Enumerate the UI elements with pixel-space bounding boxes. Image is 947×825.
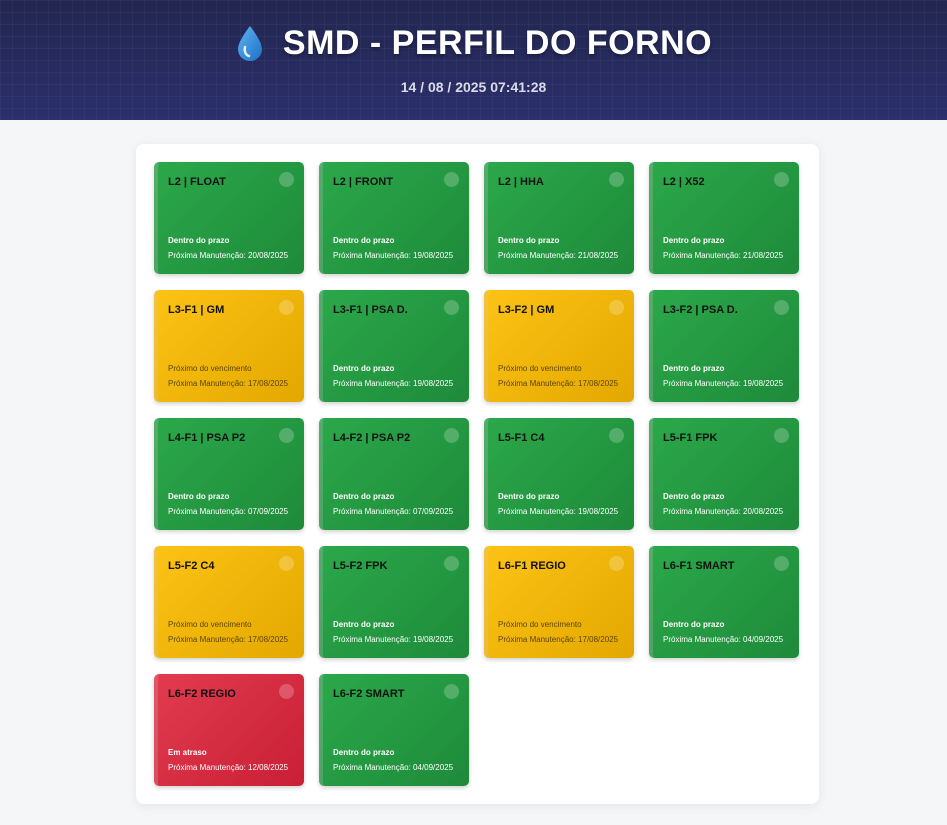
oven-card-status: Dentro do prazo bbox=[663, 236, 725, 245]
oven-card-next-maintenance: Próxima Manutenção: 20/08/2025 bbox=[663, 507, 784, 516]
oven-card-name: L2 | FLOAT bbox=[168, 176, 226, 188]
oven-card-status: Dentro do prazo bbox=[333, 364, 395, 373]
oven-card[interactable]: L3-F2 | GM Próximo do vencimento Próxima M… bbox=[484, 290, 634, 402]
oven-card-next-maintenance: Próxima Manutenção: 17/08/2025 bbox=[168, 635, 289, 644]
oven-card-status: Dentro do prazo bbox=[663, 492, 725, 501]
oven-card-next-maintenance: Próxima Manutenção: 17/08/2025 bbox=[498, 635, 619, 644]
oven-card-name: L5-F2 C4 bbox=[168, 560, 215, 572]
oven-card-name: L6-F2 REGIO bbox=[168, 688, 236, 700]
oven-card-status: Em atraso bbox=[168, 748, 207, 757]
oven-card-name: L6-F1 REGIO bbox=[498, 560, 566, 572]
oven-card-status: Próximo do vencimento bbox=[498, 620, 582, 629]
oven-card-next-maintenance: Próxima Manutenção: 17/08/2025 bbox=[498, 379, 619, 388]
status-indicator-icon bbox=[774, 300, 789, 315]
oven-card-status: Dentro do prazo bbox=[333, 620, 395, 629]
oven-card-status: Dentro do prazo bbox=[498, 236, 560, 245]
oven-card-next-maintenance: Próxima Manutenção: 20/08/2025 bbox=[168, 251, 289, 260]
status-indicator-icon bbox=[774, 556, 789, 571]
oven-card-status: Dentro do prazo bbox=[333, 492, 395, 501]
oven-card-next-maintenance: Próxima Manutenção: 04/09/2025 bbox=[333, 763, 454, 772]
oven-card[interactable]: L5-F2 C4 Próximo do vencimento Próxima Man… bbox=[154, 546, 304, 658]
status-indicator-icon bbox=[444, 684, 459, 699]
oven-card-name: L3-F2 | GM bbox=[498, 304, 555, 316]
oven-card[interactable]: L2 | FLOAT Dentro do prazo Próxima Manuten… bbox=[154, 162, 304, 274]
oven-panel: L2 | FLOAT Dentro do prazo Próxima Manuten… bbox=[136, 144, 819, 804]
status-indicator-icon bbox=[279, 428, 294, 443]
oven-card[interactable]: L4-F2 | PSA P2 Dentro do prazo Próxima Man… bbox=[319, 418, 469, 530]
status-indicator-icon bbox=[609, 428, 624, 443]
oven-card[interactable]: L3-F1 | PSA D. Dentro do prazo Próxima Man… bbox=[319, 290, 469, 402]
oven-card-next-maintenance: Próxima Manutenção: 19/08/2025 bbox=[498, 507, 619, 516]
oven-card-status: Próximo do vencimento bbox=[498, 364, 582, 373]
oven-card-next-maintenance: Próxima Manutenção: 19/08/2025 bbox=[333, 251, 454, 260]
oven-card-status: Dentro do prazo bbox=[663, 364, 725, 373]
oven-card-next-maintenance: Próxima Manutenção: 17/08/2025 bbox=[168, 379, 289, 388]
oven-card[interactable]: L3-F1 | GM Próximo do vencimento Próxima M… bbox=[154, 290, 304, 402]
oven-card-name: L2 | X52 bbox=[663, 176, 705, 188]
oven-card-status: Dentro do prazo bbox=[663, 620, 725, 629]
oven-card[interactable]: L5-F1 C4 Dentro do prazo Próxima Manutençã… bbox=[484, 418, 634, 530]
current-datetime: 14 / 08 / 2025 07:41:28 bbox=[400, 79, 547, 95]
oven-card-status: Dentro do prazo bbox=[168, 236, 230, 245]
oven-card[interactable]: L3-F2 | PSA D. Dentro do prazo Próxima Man… bbox=[649, 290, 799, 402]
status-indicator-icon bbox=[444, 172, 459, 187]
oven-card-status: Dentro do prazo bbox=[333, 236, 395, 245]
page-header: SMD - PERFIL DO FORNO 14 / 08 / 2025 07:… bbox=[0, 0, 947, 120]
status-indicator-icon bbox=[774, 428, 789, 443]
oven-card-next-maintenance: Próxima Manutenção: 12/08/2025 bbox=[168, 763, 289, 772]
oven-card[interactable]: L2 | HHA Dentro do prazo Próxima Manutençã… bbox=[484, 162, 634, 274]
oven-card-next-maintenance: Próxima Manutenção: 19/08/2025 bbox=[663, 379, 784, 388]
oven-card-name: L3-F2 | PSA D. bbox=[663, 304, 738, 316]
oven-card[interactable]: L2 | X52 Dentro do prazo Próxima Manutençã… bbox=[649, 162, 799, 274]
page-title: SMD - PERFIL DO FORNO bbox=[282, 24, 713, 62]
oven-card-status: Dentro do prazo bbox=[333, 748, 395, 757]
oven-card-name: L2 | FRONT bbox=[333, 176, 393, 188]
oven-card-name: L6-F1 SMART bbox=[663, 560, 735, 572]
status-indicator-icon bbox=[279, 684, 294, 699]
status-indicator-icon bbox=[279, 556, 294, 571]
oven-card[interactable]: L4-F1 | PSA P2 Dentro do prazo Próxima Man… bbox=[154, 418, 304, 530]
oven-card-next-maintenance: Próxima Manutenção: 07/09/2025 bbox=[168, 507, 289, 516]
title-row: SMD - PERFIL DO FORNO bbox=[0, 24, 947, 63]
oven-card-name: L5-F2 FPK bbox=[333, 560, 388, 572]
oven-card-status: Próximo do vencimento bbox=[168, 364, 252, 373]
status-indicator-icon bbox=[609, 556, 624, 571]
oven-card-next-maintenance: Próxima Manutenção: 21/08/2025 bbox=[498, 251, 619, 260]
oven-card-next-maintenance: Próxima Manutenção: 19/08/2025 bbox=[333, 379, 454, 388]
oven-card-next-maintenance: Próxima Manutenção: 19/08/2025 bbox=[333, 635, 454, 644]
oven-card[interactable]: L5-F1 FPK Dentro do prazo Próxima Manutenç… bbox=[649, 418, 799, 530]
oven-card-grid: L2 | FLOAT Dentro do prazo Próxima Manuten… bbox=[154, 162, 799, 786]
status-indicator-icon bbox=[609, 300, 624, 315]
oven-card-next-maintenance: Próxima Manutenção: 07/09/2025 bbox=[333, 507, 454, 516]
status-indicator-icon bbox=[444, 428, 459, 443]
oven-card-name: L5-F1 C4 bbox=[498, 432, 545, 444]
oven-card[interactable]: L6-F2 REGIO Em atraso Próxima Manutenção: … bbox=[154, 674, 304, 786]
oven-card-status: Dentro do prazo bbox=[498, 492, 560, 501]
status-indicator-icon bbox=[279, 300, 294, 315]
oven-card-name: L6-F2 SMART bbox=[333, 688, 405, 700]
oven-card[interactable]: L6-F2 SMART Dentro do prazo Próxima Manute… bbox=[319, 674, 469, 786]
oven-card-name: L4-F2 | PSA P2 bbox=[333, 432, 411, 444]
oven-card[interactable]: L6-F1 SMART Dentro do prazo Próxima Manute… bbox=[649, 546, 799, 658]
oven-card-name: L5-F1 FPK bbox=[663, 432, 718, 444]
oven-card-name: L2 | HHA bbox=[498, 176, 544, 188]
oven-card-next-maintenance: Próxima Manutenção: 21/08/2025 bbox=[663, 251, 784, 260]
status-indicator-icon bbox=[774, 172, 789, 187]
oven-card-status: Próximo do vencimento bbox=[168, 620, 252, 629]
oven-card-name: L4-F1 | PSA P2 bbox=[168, 432, 246, 444]
status-indicator-icon bbox=[444, 556, 459, 571]
oven-card-name: L3-F1 | PSA D. bbox=[333, 304, 408, 316]
oven-card[interactable]: L2 | FRONT Dentro do prazo Próxima Manuten… bbox=[319, 162, 469, 274]
water-drop-icon bbox=[237, 25, 262, 61]
oven-card-next-maintenance: Próxima Manutenção: 04/09/2025 bbox=[663, 635, 784, 644]
oven-card[interactable]: L6-F1 REGIO Próximo do vencimento Próxima … bbox=[484, 546, 634, 658]
oven-card-name: L3-F1 | GM bbox=[168, 304, 225, 316]
oven-card-status: Dentro do prazo bbox=[168, 492, 230, 501]
oven-card[interactable]: L5-F2 FPK Dentro do prazo Próxima Manutenç… bbox=[319, 546, 469, 658]
status-indicator-icon bbox=[279, 172, 294, 187]
status-indicator-icon bbox=[609, 172, 624, 187]
status-indicator-icon bbox=[444, 300, 459, 315]
